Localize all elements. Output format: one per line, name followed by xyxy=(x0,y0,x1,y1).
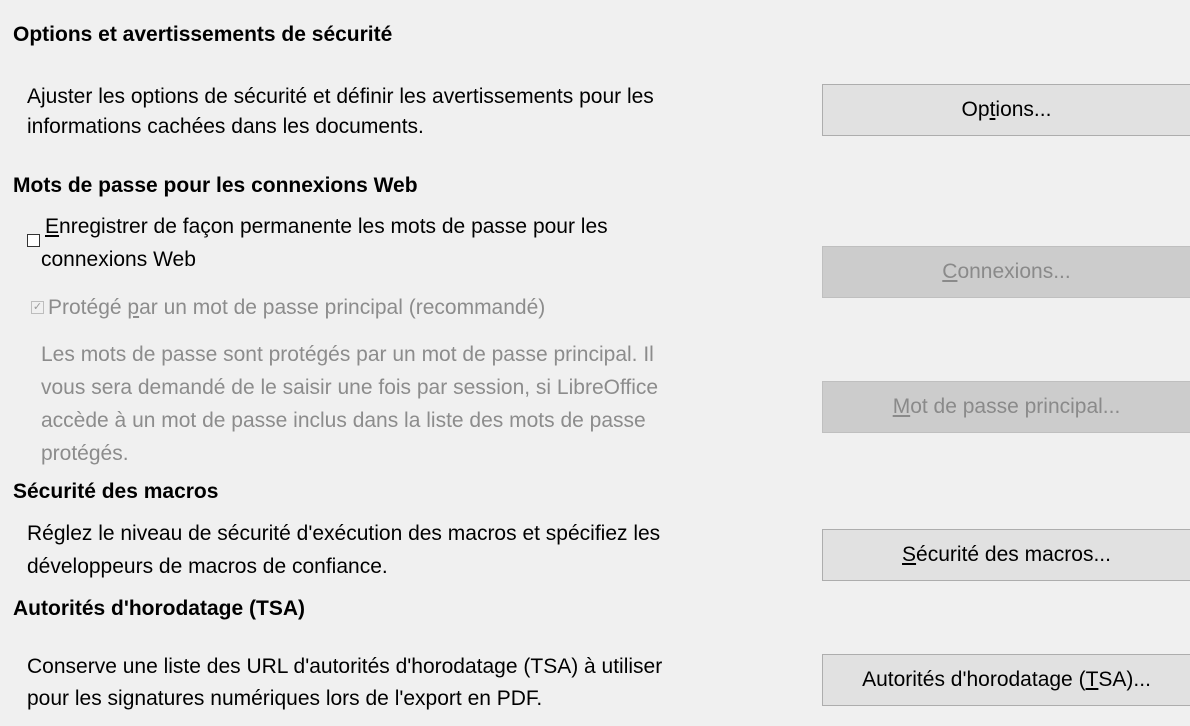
master-password-button-label: Mot de passe principal... xyxy=(892,395,1121,418)
master-password-label[interactable]: Protégé par un mot de passe principal (r… xyxy=(48,293,545,323)
options-button[interactable]: Options... xyxy=(822,84,1190,136)
security-options-heading: Options et avertissements de sécurité xyxy=(13,23,393,46)
persist-passwords-checkbox[interactable] xyxy=(27,234,40,247)
master-desc-line1: Les mots de passe sont protégés par un m… xyxy=(41,343,654,366)
web-passwords-heading: Mots de passe pour les connexions Web xyxy=(13,174,418,197)
macro-security-button-label: Sécurité des macros... xyxy=(902,543,1111,566)
connections-button-label: Connexions... xyxy=(942,260,1071,283)
tsa-desc-line1: Conserve une liste des URL d'autorités d… xyxy=(27,655,663,678)
tsa-button-label: Autorités d'horodatage (TSA)... xyxy=(862,668,1151,691)
tsa-heading: Autorités d'horodatage (TSA) xyxy=(13,597,305,620)
master-desc-line4: protégés. xyxy=(41,442,129,465)
master-password-button[interactable]: Mot de passe principal... xyxy=(822,381,1190,433)
master-password-checkbox[interactable]: ✓ xyxy=(31,301,44,314)
macro-security-heading: Sécurité des macros xyxy=(13,480,219,503)
security-options-desc-line1: Ajuster les options de sécurité et défin… xyxy=(27,85,654,108)
tsa-desc-line2: pour les signatures numériques lors de l… xyxy=(27,687,543,710)
persist-passwords-label-line1[interactable]: Enregistrer de façon permanente les mots… xyxy=(45,212,608,242)
master-desc-line3: accède à un mot de passe inclus dans la … xyxy=(41,409,646,432)
tsa-button[interactable]: Autorités d'horodatage (TSA)... xyxy=(822,654,1190,706)
macro-security-button[interactable]: Sécurité des macros... xyxy=(822,529,1190,581)
options-button-label: Options... xyxy=(961,98,1052,121)
macro-security-desc-line2: développeurs de macros de confiance. xyxy=(27,555,388,578)
connections-button[interactable]: Connexions... xyxy=(822,246,1190,298)
macro-security-desc-line1: Réglez le niveau de sécurité d'exécution… xyxy=(27,522,661,545)
security-options-desc-line2: informations cachées dans les documents. xyxy=(27,115,424,138)
master-desc-line2: vous sera demandé de le saisir une fois … xyxy=(41,376,659,399)
persist-passwords-label-line2[interactable]: connexions Web xyxy=(41,245,196,275)
